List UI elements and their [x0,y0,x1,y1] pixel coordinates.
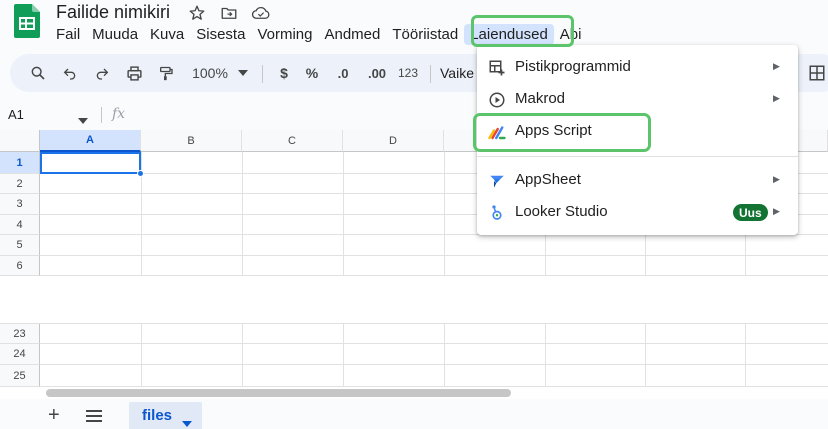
row-header-25[interactable]: 25 [0,365,40,387]
menu-file[interactable]: Fail [50,24,86,45]
menu-item-appsheet[interactable]: AppSheet ▶ [477,164,798,196]
row-header-24[interactable]: 24 [0,344,40,365]
font-family-select[interactable]: Vaike [440,54,480,92]
document-title[interactable]: Failide nimikiri [56,2,170,23]
apps-script-highlight [473,113,651,152]
fill-handle[interactable] [137,170,144,177]
menu-item-addons[interactable]: Pistikprogrammid ▶ [477,51,798,83]
submenu-arrow-icon: ▶ [773,61,780,71]
hidden-rows-gap [0,276,828,324]
submenu-arrow-icon: ▶ [773,206,780,216]
menu-item-label: Looker Studio [515,203,608,220]
row-header-1[interactable]: 1 [0,152,40,174]
decrease-decimal-button[interactable]: .0 [330,54,356,92]
sheets-logo-icon[interactable] [14,4,40,38]
zoom-dropdown-icon[interactable] [236,54,250,92]
row-header-5[interactable]: 5 [0,235,40,256]
column-header-c[interactable]: C [242,130,343,152]
borders-icon[interactable] [808,64,826,87]
column-header-d[interactable]: D [343,130,444,152]
extensions-menu-highlight [471,15,574,47]
currency-format-button[interactable]: $ [272,54,296,92]
all-sheets-icon[interactable] [86,409,102,427]
row-header-4[interactable]: 4 [0,215,40,235]
decrease-decimal-label: .0 [337,65,349,81]
menu-insert[interactable]: Sisesta [190,24,251,45]
increase-decimal-button[interactable]: .00 [362,54,392,92]
addons-icon [488,59,506,77]
row-header-6[interactable]: 6 [0,256,40,276]
move-folder-icon[interactable] [218,2,240,24]
add-sheet-icon[interactable]: + [48,405,60,425]
play-circle-icon [488,91,506,109]
column-header-a[interactable]: A [40,130,141,152]
zoom-value[interactable]: 100% [186,54,234,92]
print-icon[interactable] [120,54,148,92]
menu-tools[interactable]: Tööriistad [386,24,464,45]
menu-item-looker-studio[interactable]: Looker Studio Uus ▶ [477,196,798,228]
sheet-tab-label: files [142,407,173,424]
title-actions [186,2,272,24]
name-box[interactable]: A1 [8,107,24,122]
name-box-dropdown-icon[interactable] [78,111,88,129]
undo-icon[interactable] [56,54,84,92]
select-all-corner[interactable] [0,130,40,152]
submenu-arrow-icon: ▶ [773,174,780,184]
number-format-button[interactable]: 123 [394,54,422,92]
menu-item-label: AppSheet [515,171,581,188]
appsheet-icon [488,172,506,190]
percent-format-button[interactable]: % [300,54,324,92]
row-header-23[interactable]: 23 [0,324,40,344]
active-cell-a1[interactable] [40,152,141,174]
row-header-2[interactable]: 2 [0,174,40,194]
star-icon[interactable] [186,2,208,24]
menu-view[interactable]: Kuva [144,24,190,45]
menu-item-macros[interactable]: Makrod ▶ [477,83,798,115]
menu-format[interactable]: Vorming [251,24,318,45]
looker-studio-icon [488,204,506,222]
menu-data[interactable]: Andmed [318,24,386,45]
menu-divider [477,156,798,157]
redo-icon[interactable] [88,54,116,92]
cloud-status-icon[interactable] [250,2,272,24]
sheet-bar [0,399,828,429]
new-badge: Uus [733,204,768,221]
submenu-arrow-icon: ▶ [773,93,780,103]
sheet-tab-dropdown-icon[interactable] [182,414,192,429]
menu-item-label: Pistikprogrammid [515,58,631,75]
paint-format-icon[interactable] [152,54,180,92]
menu-edit[interactable]: Muuda [86,24,144,45]
search-menus-icon[interactable] [24,54,52,92]
horizontal-scrollbar-thumb[interactable] [46,389,511,397]
row-header-3[interactable]: 3 [0,194,40,215]
fx-icon: fx [112,106,126,122]
column-header-b[interactable]: B [141,130,242,152]
increase-decimal-label: .00 [367,65,387,81]
menu-item-label: Makrod [515,90,566,107]
